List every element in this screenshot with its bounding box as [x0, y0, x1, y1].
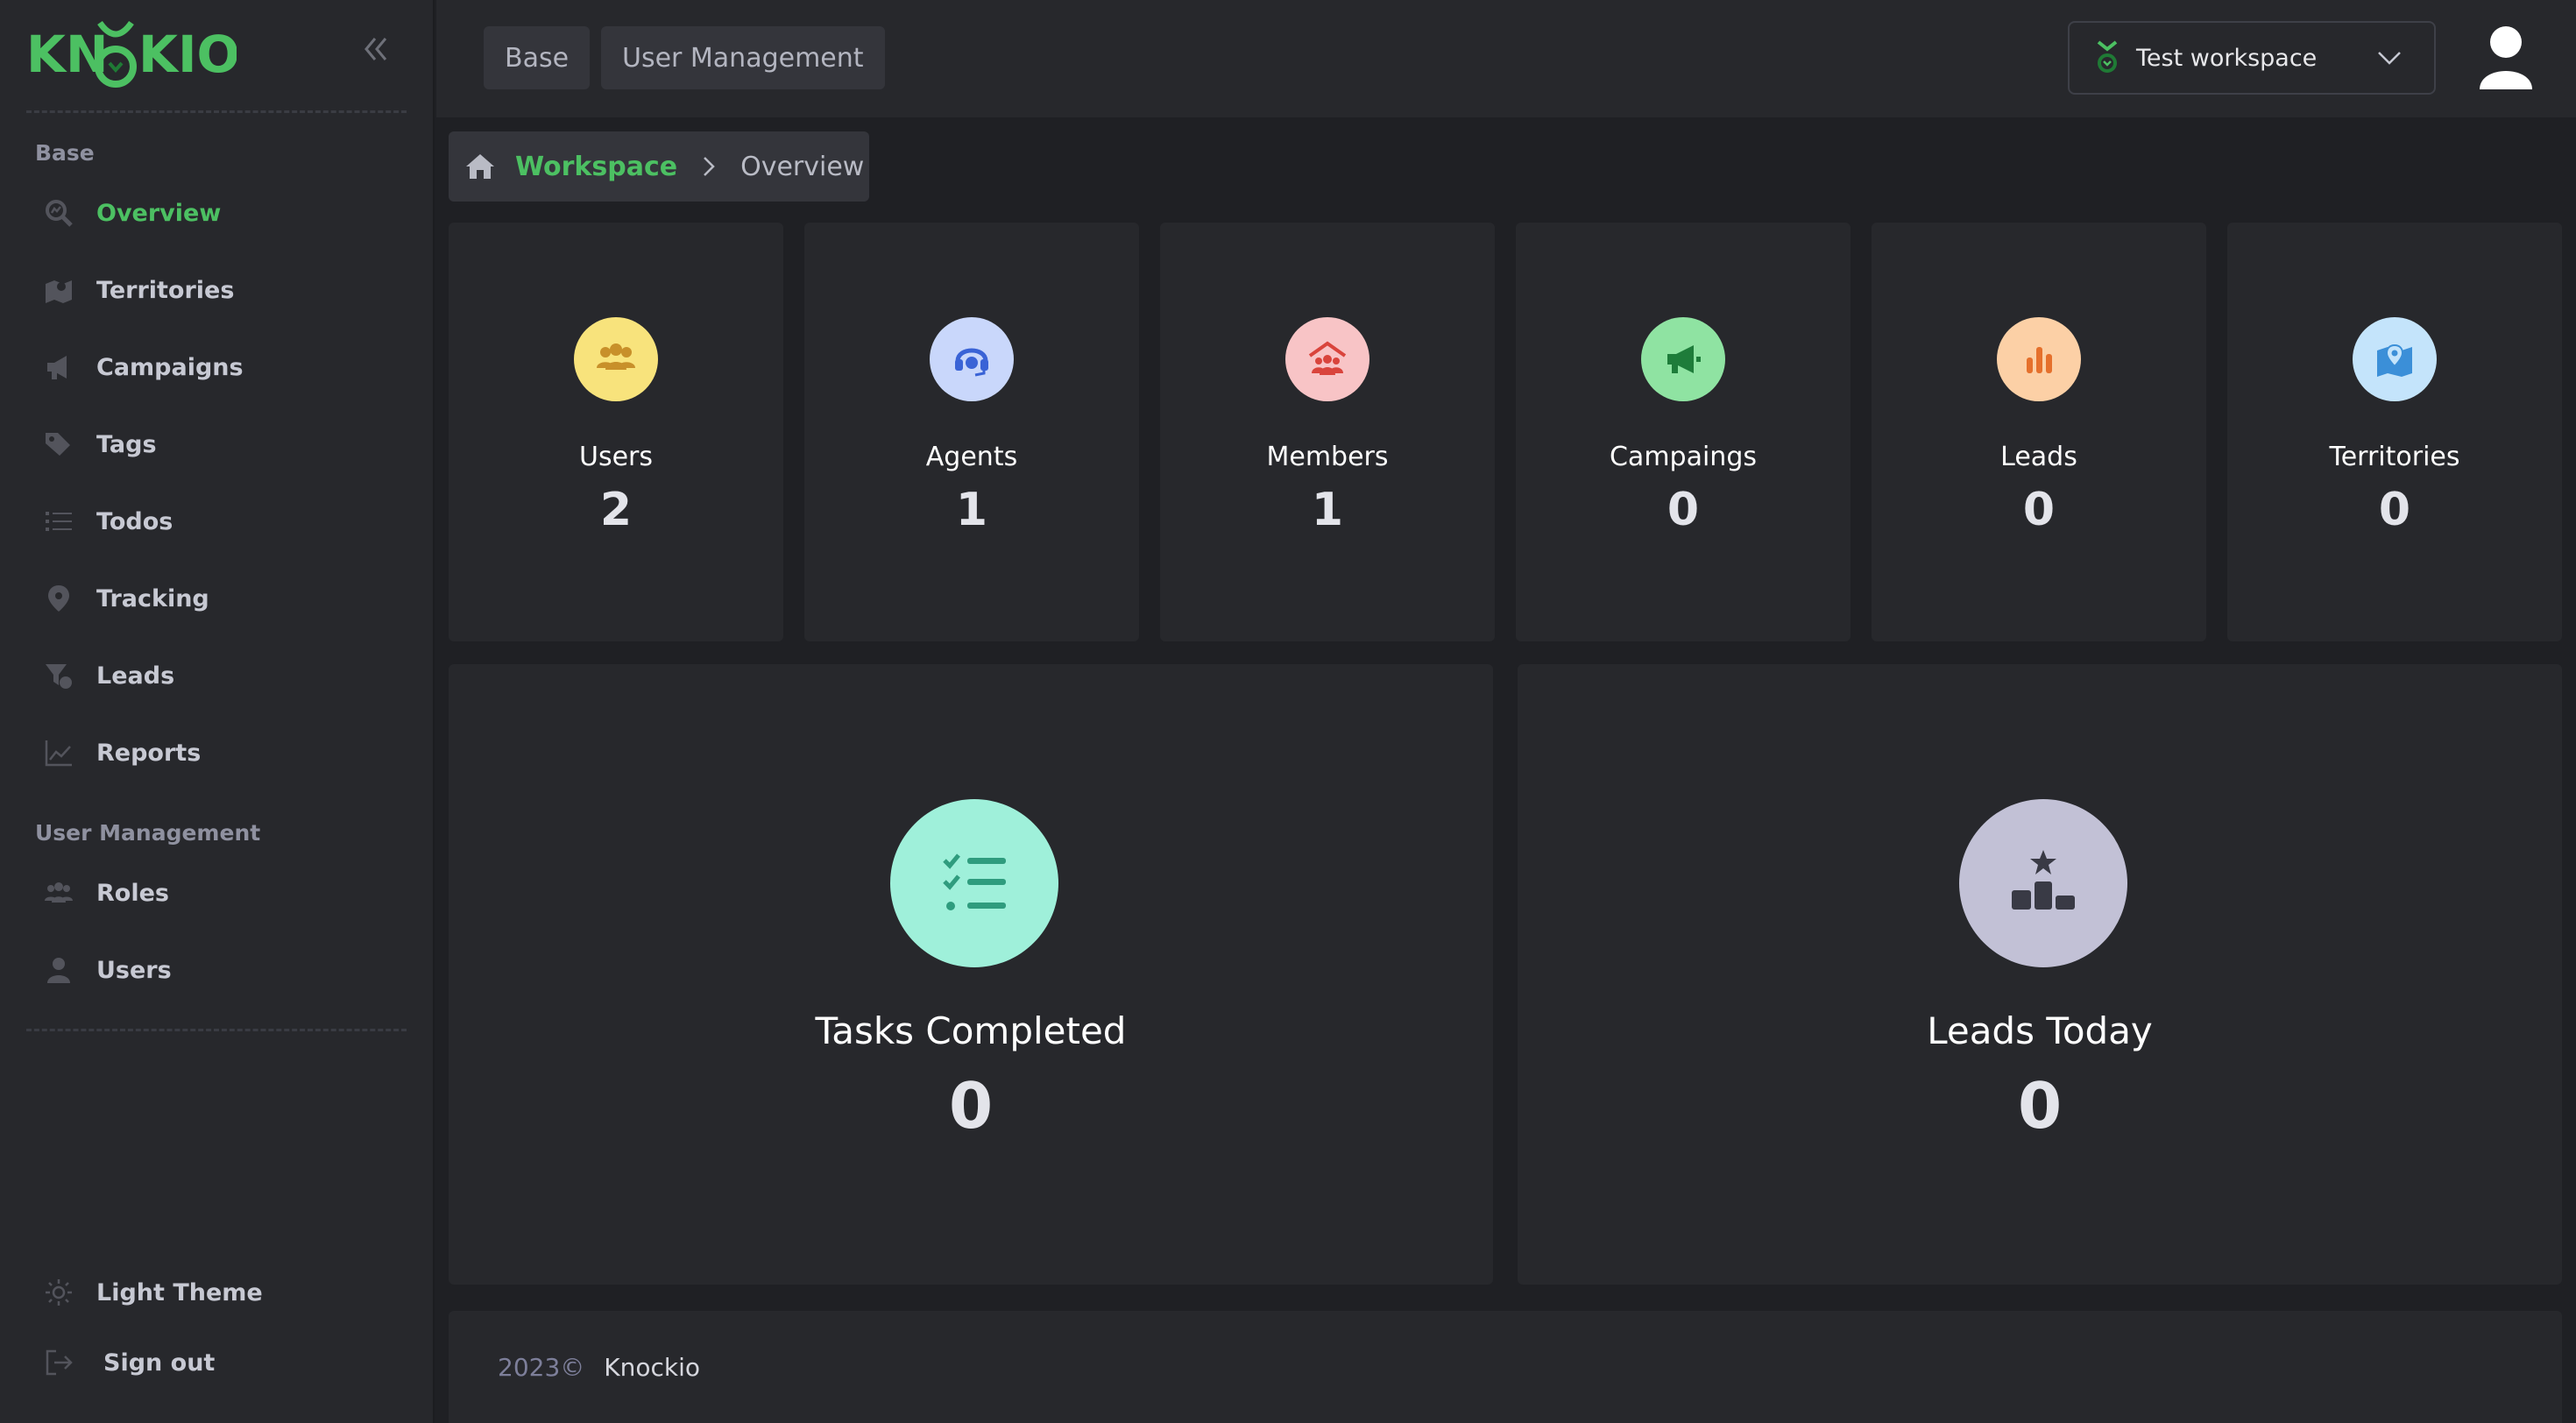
workspace-selector[interactable]: Test workspace [2068, 21, 2436, 95]
location-pin-icon [40, 580, 77, 617]
stat-value: 0 [2022, 484, 2056, 536]
sidebar-item-label: Territories [96, 276, 235, 304]
sidebar-divider-top [26, 110, 407, 113]
sidebar-item-territories[interactable]: Territories [40, 265, 408, 315]
tags-icon [40, 426, 77, 463]
stat-value: 1 [1311, 484, 1344, 536]
knockio-logo[interactable]: KN KIO [26, 16, 237, 91]
podium-icon [1959, 799, 2127, 967]
sidebar-item-overview[interactable]: Overview [40, 188, 408, 238]
light-theme-label: Light Theme [96, 1278, 263, 1306]
stat-title: Campaings [1609, 442, 1757, 472]
sidebar-item-label: Roles [96, 879, 169, 907]
group-icon [40, 874, 77, 911]
sidebar-divider-bottom [26, 1029, 407, 1031]
tasks-completed-card: Tasks Completed 0 [449, 664, 1493, 1285]
stat-title: Agents [925, 442, 1018, 472]
summary-value: 0 [2017, 1069, 2063, 1143]
top-header: Base User Management Test workspace [436, 0, 2576, 117]
stat-title: Territories [2329, 442, 2460, 472]
list-icon [40, 503, 77, 540]
checklist-icon [890, 799, 1058, 967]
chevron-down-icon [2376, 47, 2403, 68]
bar-chart-icon [1997, 317, 2081, 401]
stat-title: Users [578, 442, 653, 472]
breadcrumb-current: Overview [740, 151, 865, 182]
footer: 2023© Knockio [449, 1311, 2562, 1423]
stat-card-users: Users 2 [449, 223, 783, 641]
workspace-logo-icon [2096, 39, 2119, 77]
sidebar: KN KIO Base Overview Territories Campaig… [0, 0, 435, 1423]
summary-title: Leads Today [1927, 1009, 2153, 1052]
sidebar-item-label: Users [96, 956, 172, 984]
chevron-right-icon [700, 154, 718, 179]
sidebar-item-todos[interactable]: Todos [40, 496, 408, 547]
overview-search-icon [40, 195, 77, 231]
tab-user-management[interactable]: User Management [601, 26, 885, 89]
members-icon [1285, 317, 1369, 401]
map-pin-icon [2353, 317, 2437, 401]
stat-value: 2 [599, 484, 633, 536]
sun-icon [40, 1274, 77, 1311]
svg-text:KN: KN [26, 25, 109, 84]
stat-title: Members [1266, 442, 1389, 472]
tab-base[interactable]: Base [484, 26, 591, 89]
summary-value: 0 [948, 1069, 994, 1143]
collapse-sidebar-icon[interactable] [357, 32, 393, 67]
sidebar-item-tags[interactable]: Tags [40, 419, 408, 470]
megaphone-icon [40, 349, 77, 386]
stat-value: 1 [955, 484, 988, 536]
breadcrumb: Workspace Overview [449, 131, 869, 202]
line-chart-icon [40, 734, 77, 771]
light-theme-toggle[interactable]: Light Theme [40, 1267, 408, 1318]
section-label-user-management: User Management [35, 820, 261, 846]
stat-value: 0 [1667, 484, 1700, 536]
sidebar-item-roles[interactable]: Roles [40, 867, 408, 918]
stat-card-campaigns: Campaings 0 [1516, 223, 1851, 641]
footer-year: 2023© [498, 1352, 585, 1382]
sidebar-item-label: Tracking [96, 584, 209, 612]
footer-brand-link[interactable]: Knockio [604, 1353, 700, 1382]
sidebar-item-users[interactable]: Users [40, 945, 408, 995]
stat-card-leads: Leads 0 [1872, 223, 2206, 641]
sidebar-item-tracking[interactable]: Tracking [40, 573, 408, 624]
workspace-name: Test workspace [2136, 44, 2318, 72]
sign-out-icon [40, 1344, 77, 1381]
sidebar-item-label: Overview [96, 199, 222, 227]
sidebar-item-leads[interactable]: Leads [40, 650, 408, 701]
sidebar-item-label: Todos [96, 507, 173, 535]
funnel-icon [40, 657, 77, 694]
sidebar-item-reports[interactable]: Reports [40, 727, 408, 778]
sidebar-item-label: Leads [96, 662, 175, 690]
stat-card-territories: Territories 0 [2227, 223, 2562, 641]
sign-out-label: Sign out [103, 1349, 216, 1377]
logo-icon: KN KIO [26, 20, 237, 88]
headset-icon [930, 317, 1014, 401]
stat-title: Leads [2000, 442, 2077, 472]
sidebar-item-label: Campaigns [96, 353, 244, 381]
sidebar-item-campaigns[interactable]: Campaigns [40, 342, 408, 393]
user-icon [40, 952, 77, 988]
summary-title: Tasks Completed [815, 1009, 1127, 1052]
breadcrumb-workspace-link[interactable]: Workspace [515, 152, 677, 182]
megaphone-icon [1641, 317, 1725, 401]
sidebar-item-label: Tags [96, 430, 157, 458]
sign-out-button[interactable]: Sign out [40, 1337, 408, 1388]
section-label-base: Base [35, 140, 95, 166]
stat-card-agents: Agents 1 [804, 223, 1139, 641]
leads-today-card: Leads Today 0 [1518, 664, 2562, 1285]
stat-card-members: Members 1 [1160, 223, 1495, 641]
stat-value: 0 [2378, 484, 2411, 536]
sidebar-item-label: Reports [96, 739, 202, 767]
svg-text:KIO: KIO [138, 25, 237, 84]
map-icon [40, 272, 77, 308]
home-icon[interactable] [463, 149, 498, 184]
user-avatar-icon[interactable] [2474, 25, 2537, 91]
users-icon [574, 317, 658, 401]
